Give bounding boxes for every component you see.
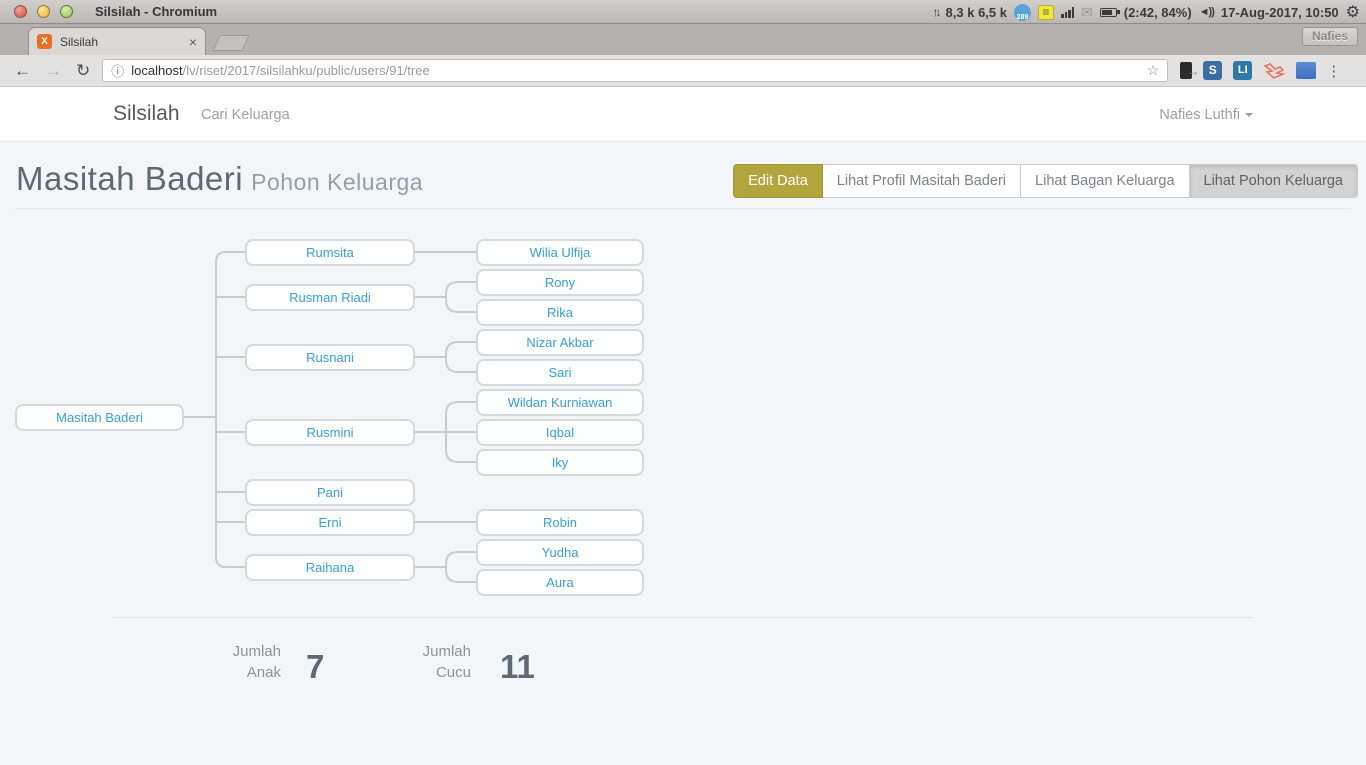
tree-node[interactable]: Erni bbox=[245, 509, 415, 536]
tree-node[interactable]: Sari bbox=[476, 359, 644, 386]
system-tray: ↑↓ 8,3 k 6,5 k 289 ≡ ✉ (2:42, 84%) ◄)) 1… bbox=[933, 0, 1360, 24]
window-title: Silsilah - Chromium bbox=[95, 4, 217, 19]
phone-share-extension-icon[interactable] bbox=[1180, 62, 1192, 79]
volume-icon[interactable]: ◄)) bbox=[1199, 6, 1214, 18]
tab-title: Silsilah bbox=[60, 35, 189, 49]
tree-node[interactable]: Robin bbox=[476, 509, 644, 536]
battery-label: (2:42, 84%) bbox=[1124, 5, 1192, 20]
signal-strength-icon[interactable] bbox=[1061, 7, 1074, 18]
browser-toolbar: ← → ↻ ⓘ localhost/lv/riset/2017/silsilah… bbox=[0, 55, 1366, 87]
laravel-extension-icon[interactable] bbox=[1263, 61, 1285, 81]
reload-icon[interactable]: ↻ bbox=[76, 61, 90, 81]
titlebar: Silsilah - Chromium ↑↓ 8,3 k 6,5 k 289 ≡… bbox=[0, 0, 1366, 24]
tree-node[interactable]: Rumsita bbox=[245, 239, 415, 266]
tree-node[interactable]: Rika bbox=[476, 299, 644, 326]
tree-node[interactable]: Iky bbox=[476, 449, 644, 476]
new-tab-button[interactable] bbox=[212, 35, 249, 51]
url-host: localhost bbox=[131, 63, 182, 78]
notes-indicator-icon[interactable]: ≡ bbox=[1038, 5, 1054, 20]
battery-icon[interactable] bbox=[1100, 8, 1117, 17]
tree-node[interactable]: Wildan Kurniawan bbox=[476, 389, 644, 416]
tree-node[interactable]: Rusmini bbox=[245, 419, 415, 446]
tree-node[interactable]: Rusnani bbox=[245, 344, 415, 371]
network-traffic-label: 8,3 k 6,5 k bbox=[946, 5, 1007, 20]
url-path: /lv/riset/2017/silsilahku/public/users/9… bbox=[183, 63, 430, 78]
blue-box-extension-icon[interactable] bbox=[1296, 62, 1316, 79]
back-icon[interactable]: ← bbox=[14, 61, 31, 81]
extension-icons: S LI bbox=[1180, 61, 1316, 81]
forward-icon[interactable]: → bbox=[45, 61, 62, 81]
browser-profile-badge[interactable]: Nafies bbox=[1302, 27, 1358, 46]
window-close-button[interactable] bbox=[14, 5, 27, 18]
tree-node[interactable]: Nizar Akbar bbox=[476, 329, 644, 356]
tree-node-root[interactable]: Masitah Baderi bbox=[15, 404, 184, 431]
tree-node[interactable]: Aura bbox=[476, 569, 644, 596]
tree-node[interactable]: Wilia Ulfija bbox=[476, 239, 644, 266]
browser-menu-icon[interactable]: ⋮ bbox=[1326, 62, 1341, 80]
mail-icon[interactable]: ✉ bbox=[1081, 4, 1093, 21]
s-extension-icon[interactable]: S bbox=[1203, 61, 1222, 80]
indicator-badge-icon[interactable]: 289 bbox=[1014, 4, 1031, 21]
tree-node[interactable]: Rony bbox=[476, 269, 644, 296]
window-maximize-button[interactable] bbox=[60, 5, 73, 18]
bookmark-star-icon[interactable]: ☆ bbox=[1147, 62, 1160, 79]
window-minimize-button[interactable] bbox=[37, 5, 50, 18]
page-info-icon[interactable]: ⓘ bbox=[111, 61, 124, 80]
family-tree-connectors bbox=[0, 0, 1366, 765]
tree-node[interactable]: Raihana bbox=[245, 554, 415, 581]
gear-icon[interactable]: ⚙ bbox=[1346, 2, 1360, 22]
browser-tab[interactable]: X Silsilah × bbox=[28, 27, 206, 55]
tab-close-icon[interactable]: × bbox=[189, 34, 197, 50]
li-extension-icon[interactable]: LI bbox=[1233, 61, 1252, 80]
tree-node[interactable]: Pani bbox=[245, 479, 415, 506]
url-bar[interactable]: ⓘ localhost/lv/riset/2017/silsilahku/pub… bbox=[102, 59, 1168, 82]
tab-strip: X Silsilah × bbox=[0, 24, 1366, 55]
url-text[interactable]: localhost/lv/riset/2017/silsilahku/publi… bbox=[131, 63, 1140, 78]
network-traffic-icon[interactable]: ↑↓ bbox=[933, 5, 939, 19]
clock-label: 17-Aug-2017, 10:50 bbox=[1221, 5, 1339, 20]
tree-node[interactable]: Rusman Riadi bbox=[245, 284, 415, 311]
tree-node[interactable]: Iqbal bbox=[476, 419, 644, 446]
tree-node[interactable]: Yudha bbox=[476, 539, 644, 566]
xampp-favicon-icon: X bbox=[37, 34, 52, 49]
